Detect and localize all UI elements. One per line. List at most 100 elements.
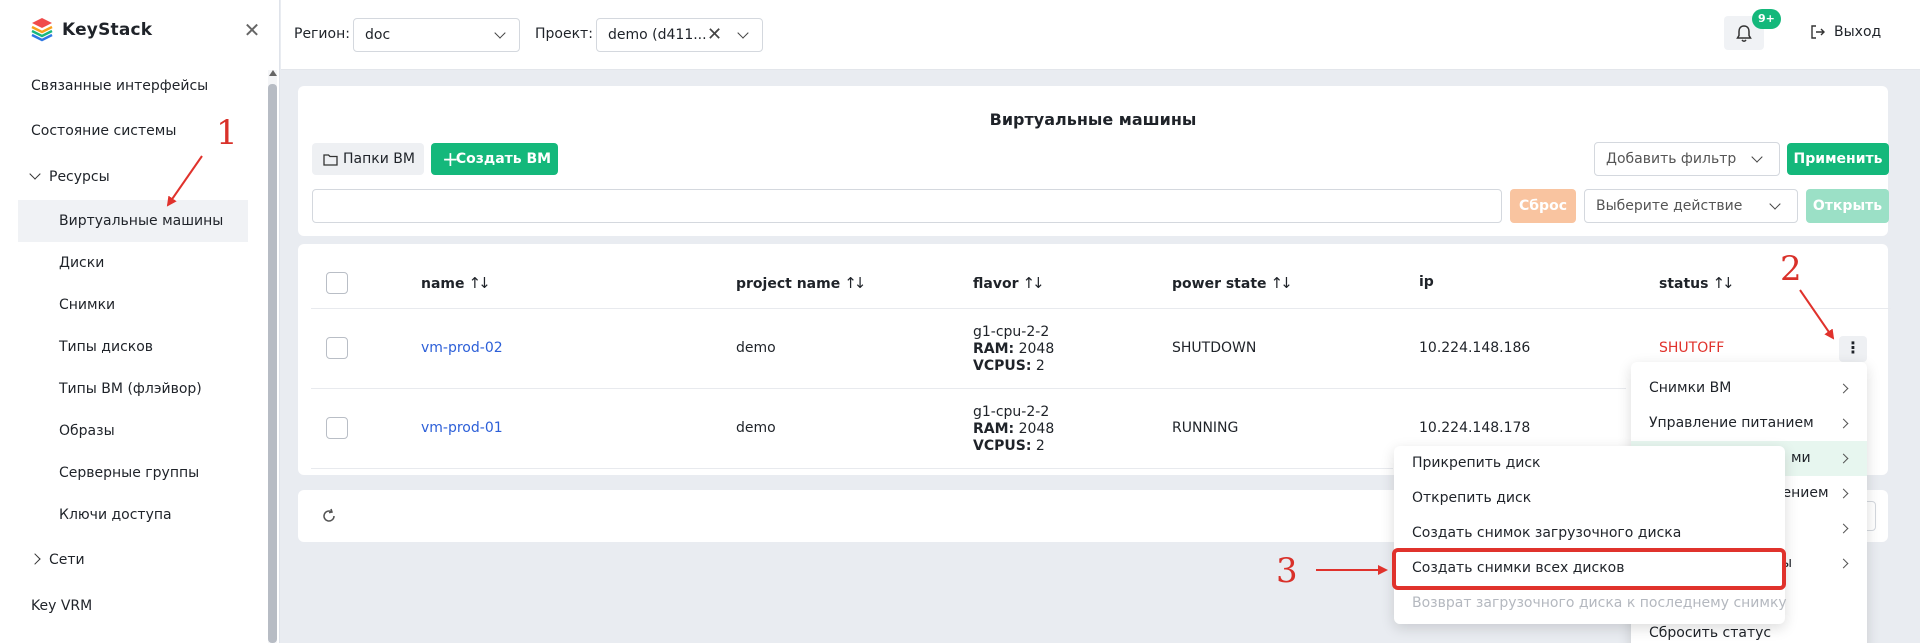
- scroll-thumb[interactable]: [268, 84, 277, 643]
- column-header-label: ip: [1419, 274, 1434, 290]
- column-header-label: name: [421, 276, 465, 292]
- sort-icon[interactable]: ↑↓: [1022, 274, 1044, 292]
- sidebar-item-access-keys[interactable]: Ключи доступа: [18, 494, 248, 536]
- column-header-label: project name: [736, 276, 841, 292]
- sidebar-item-linked-interfaces[interactable]: Связанные интерфейсы: [31, 78, 208, 94]
- menu-item-detach-disk[interactable]: Открепить диск: [1394, 481, 1785, 516]
- logout-button[interactable]: Выход: [1810, 24, 1881, 40]
- sidebar-item-disks[interactable]: Диски: [18, 242, 248, 284]
- vm-status: SHUTOFF: [1659, 340, 1725, 356]
- vm-ip: 10.224.148.186: [1419, 340, 1531, 356]
- menu-item-label: ми: [1791, 450, 1811, 466]
- sidebar-item-vm-flavors[interactable]: Типы ВМ (флэйвор): [18, 368, 248, 410]
- vm-folders-button[interactable]: Папки ВМ: [312, 143, 424, 175]
- row-checkbox[interactable]: [326, 417, 348, 439]
- column-header-label: status: [1659, 276, 1709, 292]
- vm-power-state: RUNNING: [1172, 420, 1239, 436]
- sort-icon[interactable]: ↑↓: [1712, 274, 1734, 292]
- ram-label: RAM:: [973, 421, 1015, 437]
- vcpus-value: 2: [1035, 358, 1045, 374]
- vm-name-link[interactable]: vm-prod-01: [421, 420, 503, 436]
- sort-icon[interactable]: ↑↓: [469, 274, 491, 292]
- column-header-status[interactable]: status ↑↓: [1659, 274, 1735, 292]
- flavor-name: g1-cpu-2-2: [973, 404, 1050, 420]
- sort-icon[interactable]: ↑↓: [1271, 274, 1293, 292]
- vm-project: demo: [736, 420, 776, 436]
- sidebar-item-label: Сети: [49, 552, 85, 568]
- column-header-label: flavor: [973, 276, 1019, 292]
- chevron-down-icon: [494, 27, 506, 39]
- column-header-power-state[interactable]: power state ↑↓: [1172, 274, 1293, 292]
- sidebar-item-disk-types[interactable]: Типы дисков: [18, 326, 248, 368]
- scroll-up-icon[interactable]: [269, 70, 277, 76]
- sidebar-scrollbar[interactable]: [268, 70, 277, 643]
- annotation-number-3: 3: [1276, 551, 1298, 591]
- table-divider: [311, 388, 1626, 389]
- sidebar-item-label: Снимки: [59, 297, 116, 313]
- menu-item-vm-snapshots[interactable]: Снимки ВМ: [1631, 371, 1867, 406]
- menu-item-attach-disk[interactable]: Прикрепить диск: [1394, 446, 1785, 481]
- region-select[interactable]: doc: [353, 18, 520, 52]
- menu-item-label: Сбросить статус: [1649, 625, 1772, 641]
- select-all-checkbox[interactable]: [326, 272, 348, 294]
- page-title: Виртуальные машины: [989, 110, 1197, 129]
- column-header-name[interactable]: name ↑↓: [421, 274, 491, 292]
- sidebar-item-label: Типы дисков: [59, 339, 154, 355]
- sidebar: KeyStack ✕ Связанные интерфейсы Состояни…: [0, 0, 280, 643]
- logout-icon: [1811, 25, 1825, 39]
- project-select[interactable]: demo (d411... ✕: [596, 18, 763, 52]
- search-input[interactable]: [312, 189, 1502, 223]
- column-header-ip: ip: [1419, 274, 1434, 290]
- close-icon[interactable]: ✕: [242, 20, 262, 40]
- more-vertical-icon: ⋮: [1845, 338, 1861, 357]
- vm-power-state: SHUTDOWN: [1172, 340, 1257, 356]
- sidebar-item-server-groups[interactable]: Серверные группы: [18, 452, 248, 494]
- region-label: Регион:: [294, 26, 350, 42]
- sidebar-item-system-state[interactable]: Состояние системы: [31, 123, 176, 139]
- sidebar-item-label: Типы ВМ (флэйвор): [59, 381, 202, 397]
- sidebar-item-networks[interactable]: Сети: [29, 552, 85, 568]
- menu-item-snapshot-boot-disk[interactable]: Создать снимок загрузочного диска: [1394, 516, 1785, 551]
- column-header-flavor[interactable]: flavor ↑↓: [973, 274, 1045, 292]
- plus-icon: +: [442, 147, 459, 171]
- create-vm-button[interactable]: + Создать ВМ: [431, 143, 558, 175]
- vm-flavor: g1-cpu-2-2 RAM: 2048 VCPUS: 2: [973, 404, 1054, 455]
- chevron-right-icon: [1838, 453, 1849, 464]
- vm-project: demo: [736, 340, 776, 356]
- sidebar-item-key-vrm[interactable]: Key VRM: [31, 598, 92, 614]
- vm-ip: 10.224.148.178: [1419, 420, 1531, 436]
- vm-name-link[interactable]: vm-prod-02: [421, 340, 503, 356]
- sidebar-item-resources[interactable]: Ресурсы: [29, 168, 110, 185]
- sort-icon[interactable]: ↑↓: [844, 274, 866, 292]
- ram-value: 2048: [1018, 341, 1055, 357]
- menu-item-power-management[interactable]: Управление питанием: [1631, 406, 1867, 441]
- refresh-icon[interactable]: [320, 507, 338, 525]
- row-actions-button[interactable]: ⋮: [1839, 336, 1867, 362]
- chevron-down-icon: [1751, 151, 1763, 163]
- annotation-highlight-box: [1392, 548, 1786, 590]
- sidebar-item-snapshots[interactable]: Снимки: [18, 284, 248, 326]
- sidebar-item-images[interactable]: Образы: [18, 410, 248, 452]
- chevron-right-icon: [1838, 558, 1849, 569]
- sidebar-item-label: Ключи доступа: [59, 507, 172, 523]
- logo-text: KeyStack: [62, 20, 153, 40]
- annotation-number-2: 2: [1780, 249, 1802, 289]
- ram-label: RAM:: [973, 341, 1015, 357]
- vcpus-value: 2: [1035, 438, 1045, 454]
- project-value: demo (d411...: [608, 27, 707, 43]
- logo[interactable]: KeyStack: [30, 17, 152, 43]
- open-button[interactable]: Открыть: [1806, 189, 1889, 223]
- sidebar-item-virtual-machines[interactable]: Виртуальные машины: [18, 200, 248, 242]
- action-select[interactable]: Выберите действие: [1584, 189, 1798, 223]
- reset-button[interactable]: Сброс: [1510, 189, 1576, 223]
- clear-icon[interactable]: ✕: [707, 19, 722, 51]
- column-header-label: power state: [1172, 276, 1267, 292]
- project-label: Проект:: [535, 26, 593, 42]
- add-filter-select[interactable]: Добавить фильтр: [1594, 142, 1780, 176]
- apply-button[interactable]: Применить: [1787, 143, 1889, 175]
- column-header-project-name[interactable]: project name ↑↓: [736, 274, 866, 292]
- annotation-number-1: 1: [216, 113, 238, 153]
- chevron-right-icon: [1838, 418, 1849, 429]
- vm-folders-label: Папки ВМ: [343, 151, 415, 167]
- row-checkbox[interactable]: [326, 337, 348, 359]
